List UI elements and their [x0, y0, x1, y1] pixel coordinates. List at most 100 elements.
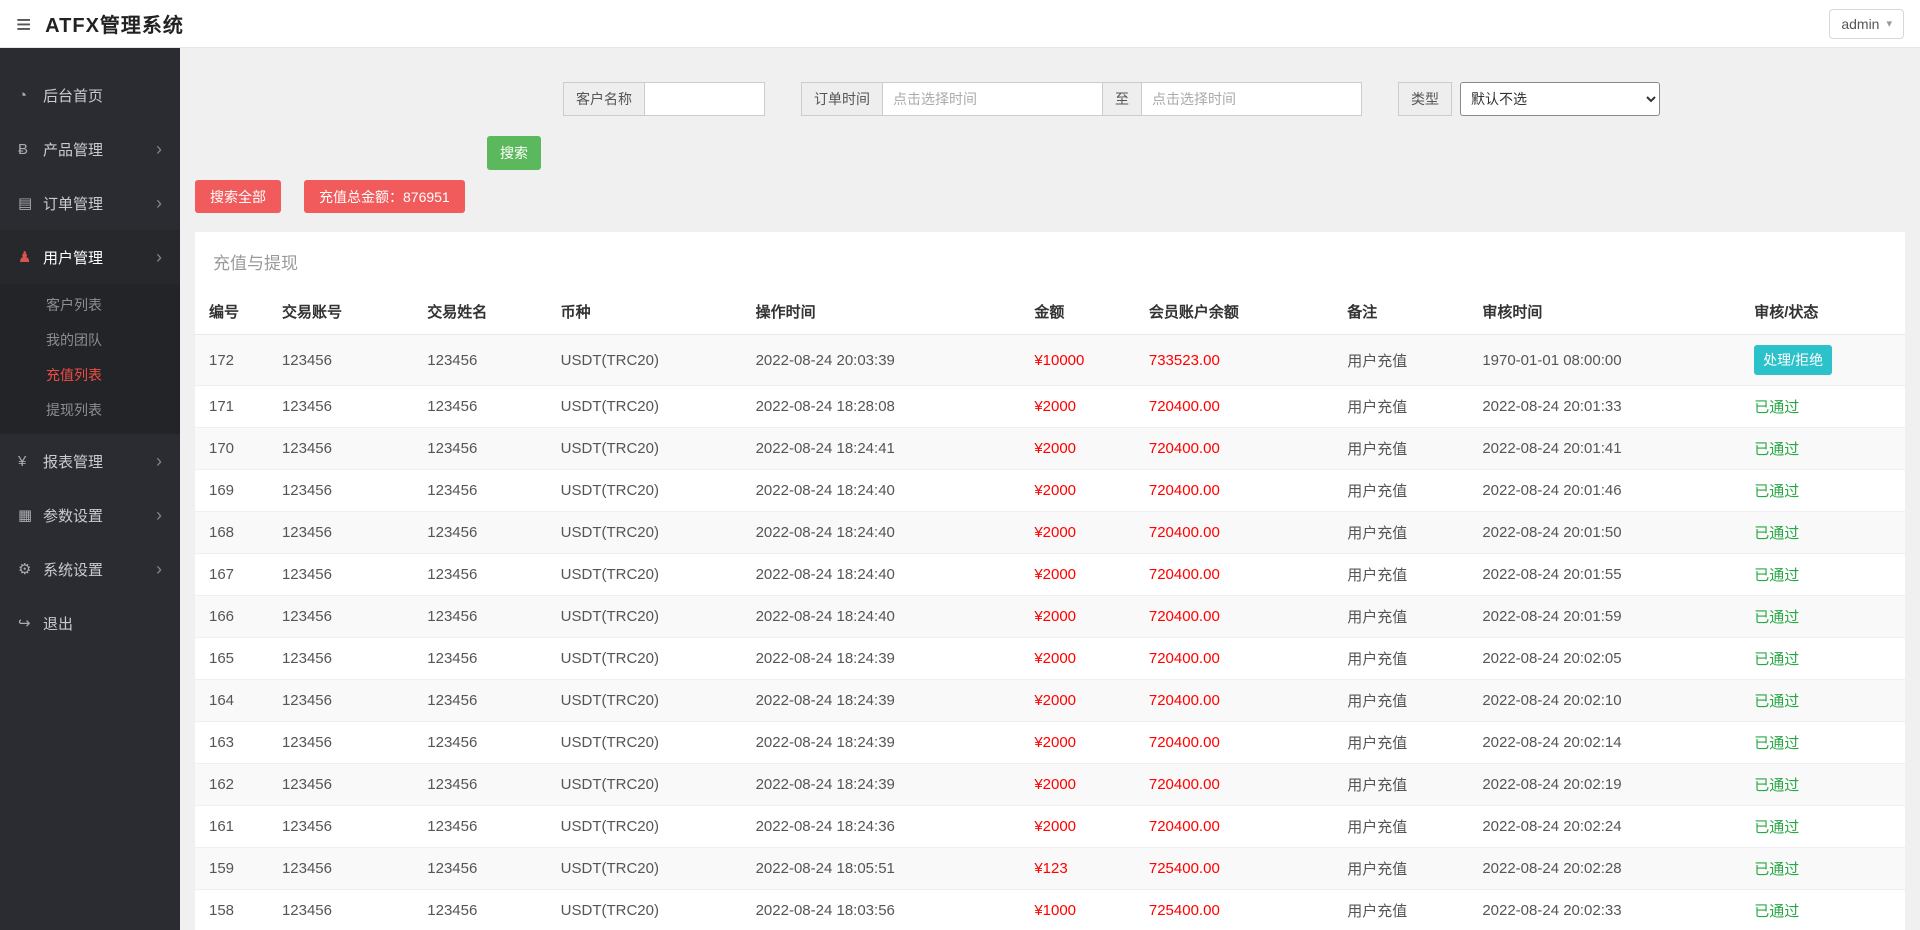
cell-balance: 720400.00 [1138, 427, 1338, 470]
sidebar-item-label: 产品管理 [43, 141, 104, 159]
cell-amount: ¥123 [1024, 847, 1139, 890]
status-passed-label: 已通过 [1754, 483, 1800, 500]
cell-amount: ¥2000 [1024, 469, 1139, 512]
cell-status: 已通过 [1744, 553, 1905, 596]
cell-amount: ¥2000 [1024, 721, 1139, 764]
type-select[interactable]: 默认不选 [1460, 82, 1660, 116]
cell-balance: 720400.00 [1138, 763, 1338, 806]
type-label: 类型 [1398, 82, 1452, 116]
chevron-right-icon: › [156, 139, 162, 159]
cell-op_time: 2022-08-24 18:24:41 [745, 427, 1025, 470]
cell-id: 168 [195, 511, 272, 554]
cell-amount: ¥10000 [1024, 334, 1139, 386]
cell-op_time: 2022-08-24 18:24:39 [745, 721, 1025, 764]
cell-remark: 用户充值 [1337, 511, 1473, 554]
cell-status: 已通过 [1744, 427, 1905, 470]
cell-name: 123456 [417, 553, 551, 596]
cell-id: 169 [195, 469, 272, 512]
sidebar-item-参数设置[interactable]: ▦ 参数设置 › [0, 488, 180, 542]
cell-audit_time: 2022-08-24 20:02:24 [1472, 805, 1745, 848]
table-row: 167 123456 123456 USDT(TRC20) 2022-08-24 18:… [195, 553, 1905, 596]
cell-status: 已通过 [1744, 847, 1905, 890]
time-end-input[interactable] [1142, 82, 1362, 116]
sidebar-subitem-客户列表[interactable]: 客户列表 [0, 288, 180, 323]
cell-balance: 720400.00 [1138, 679, 1338, 722]
cell-amount: ¥2000 [1024, 511, 1139, 554]
cell-currency: USDT(TRC20) [550, 721, 746, 764]
main-content: 客户名称 订单时间 至 类型 默认不选 搜索 搜索全部 充值总金额：876951 [180, 48, 1920, 930]
cell-account: 123456 [271, 721, 418, 764]
sidebar-item-订单管理[interactable]: ▤ 订单管理 › [0, 176, 180, 230]
table-row: 158 123456 123456 USDT(TRC20) 2022-08-24 18:… [195, 889, 1905, 930]
status-action-button[interactable]: 处理/拒绝 [1754, 345, 1833, 375]
status-passed-label: 已通过 [1754, 567, 1800, 584]
total-amount-button[interactable]: 充值总金额：876951 [304, 180, 465, 213]
column-header: 审核/状态 [1744, 289, 1905, 335]
cell-account: 123456 [271, 805, 418, 848]
cell-balance: 720400.00 [1138, 805, 1338, 848]
customer-name-input[interactable] [645, 82, 765, 116]
order-time-label: 订单时间 [801, 82, 883, 116]
menu-icon[interactable]: ≡ [16, 11, 31, 37]
cell-op_time: 2022-08-24 18:24:39 [745, 637, 1025, 680]
table-row: 170 123456 123456 USDT(TRC20) 2022-08-24 18:… [195, 427, 1905, 470]
sidebar-subitem-提现列表[interactable]: 提现列表 [0, 393, 180, 428]
cell-id: 167 [195, 553, 272, 596]
customer-name-group: 客户名称 [563, 82, 765, 116]
table-row: 172 123456 123456 USDT(TRC20) 2022-08-24 20:… [195, 334, 1905, 386]
status-passed-label: 已通过 [1754, 525, 1800, 542]
caret-down-icon: ▾ [1886, 18, 1892, 30]
status-passed-label: 已通过 [1754, 903, 1800, 920]
user-menu[interactable]: admin ▾ [1829, 8, 1904, 39]
cell-id: 170 [195, 427, 272, 470]
cell-remark: 用户充值 [1337, 385, 1473, 428]
cell-currency: USDT(TRC20) [550, 805, 746, 848]
cell-balance: 733523.00 [1138, 334, 1338, 386]
cell-remark: 用户充值 [1337, 763, 1473, 806]
cell-balance: 720400.00 [1138, 637, 1338, 680]
cell-name: 123456 [417, 847, 551, 890]
cell-op_time: 2022-08-24 18:24:39 [745, 763, 1025, 806]
cell-remark: 用户充值 [1337, 805, 1473, 848]
time-start-input[interactable] [883, 82, 1103, 116]
cell-account: 123456 [271, 679, 418, 722]
cell-amount: ¥2000 [1024, 637, 1139, 680]
cell-name: 123456 [417, 805, 551, 848]
cell-id: 166 [195, 595, 272, 638]
cell-name: 123456 [417, 763, 551, 806]
cell-account: 123456 [271, 334, 418, 386]
cell-id: 162 [195, 763, 272, 806]
cell-currency: USDT(TRC20) [550, 763, 746, 806]
cell-status: 已通过 [1744, 763, 1905, 806]
report-icon: ¥ [18, 452, 27, 470]
cell-op_time: 2022-08-24 18:03:56 [745, 889, 1025, 930]
cell-name: 123456 [417, 637, 551, 680]
cell-currency: USDT(TRC20) [550, 553, 746, 596]
cell-name: 123456 [417, 721, 551, 764]
cell-currency: USDT(TRC20) [550, 847, 746, 890]
cell-name: 123456 [417, 427, 551, 470]
search-all-button[interactable]: 搜索全部 [195, 180, 281, 213]
sidebar-subitem-充值列表[interactable]: 充值列表 [0, 358, 180, 393]
sidebar-item-label: 后台首页 [43, 87, 104, 105]
cell-account: 123456 [271, 847, 418, 890]
sidebar-item-产品管理[interactable]: Ƀ 产品管理 › [0, 122, 180, 176]
sidebar-item-用户管理[interactable]: ♟ 用户管理 › [0, 230, 180, 284]
search-button[interactable]: 搜索 [487, 136, 541, 170]
sidebar-item-系统设置[interactable]: ⚙ 系统设置 › [0, 542, 180, 596]
action-row: 搜索全部 充值总金额：876951 [195, 180, 1905, 213]
cell-currency: USDT(TRC20) [550, 469, 746, 512]
cell-account: 123456 [271, 385, 418, 428]
product-icon: Ƀ [18, 140, 29, 158]
sidebar: ◔ 后台首页 Ƀ 产品管理 › ▤ 订单管理 › ♟ 用户管理 › 客户列表 我的团队 充值列表 提现列表 ¥… [0, 48, 180, 930]
sidebar-item-退出[interactable]: ↪ 退出 [0, 596, 180, 650]
sidebar-item-后台首页[interactable]: ◔ 后台首页 [0, 68, 180, 122]
sidebar-item-label: 系统设置 [43, 561, 104, 579]
cell-remark: 用户充值 [1337, 847, 1473, 890]
cell-remark: 用户充值 [1337, 721, 1473, 764]
cell-remark: 用户充值 [1337, 637, 1473, 680]
cell-id: 164 [195, 679, 272, 722]
cell-audit_time: 2022-08-24 20:02:19 [1472, 763, 1745, 806]
sidebar-subitem-我的团队[interactable]: 我的团队 [0, 323, 180, 358]
sidebar-item-报表管理[interactable]: ¥ 报表管理 › [0, 434, 180, 488]
